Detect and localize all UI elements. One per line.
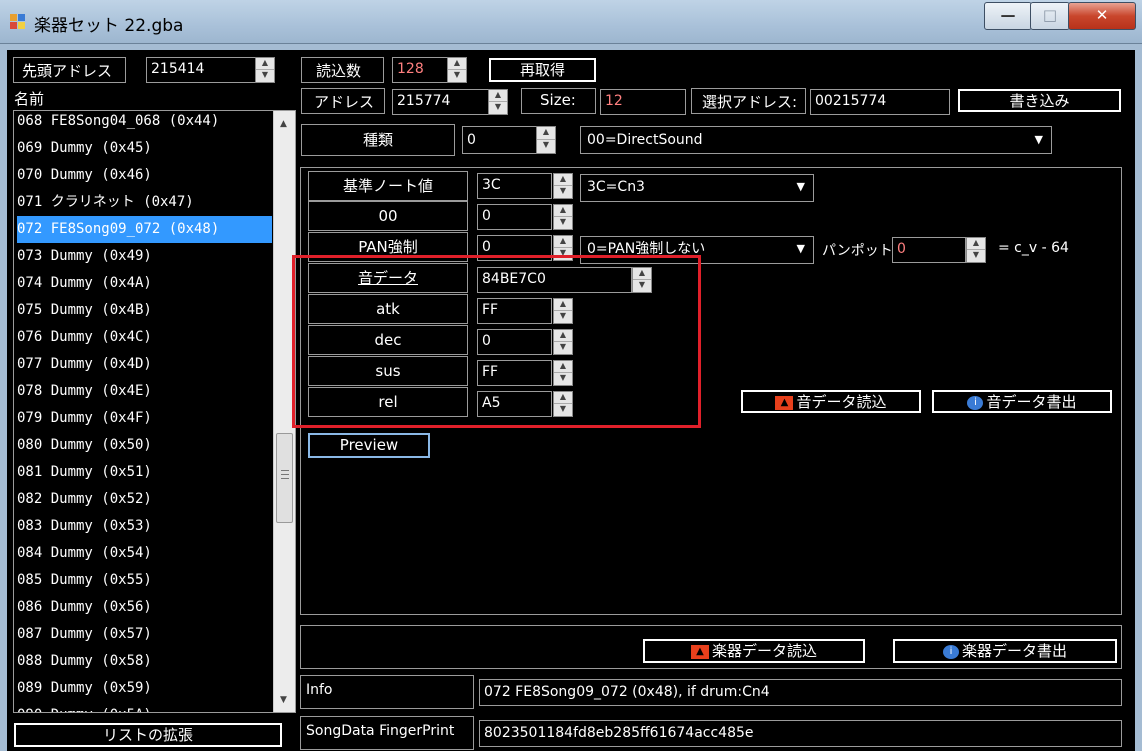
size-value: 12 xyxy=(600,89,686,115)
sound-import-button[interactable]: ▲ 音データ読込 xyxy=(741,390,921,413)
export-info-icon: i xyxy=(942,644,959,659)
instrument-list[interactable]: 068 FE8Song04_068 (0x44) 069 Dummy (0x45)… xyxy=(13,110,296,713)
minimize-icon: — xyxy=(1000,6,1016,24)
preview-button[interactable]: Preview xyxy=(308,433,430,458)
zero-field-input[interactable]: 0 xyxy=(477,204,552,230)
chevron-down-icon: ▼ xyxy=(796,242,805,255)
info-value: 072 FE8Song09_072 (0x48), if drum:Cn4 xyxy=(479,679,1122,706)
scroll-down-icon[interactable]: ▼ xyxy=(280,695,287,705)
list-item[interactable]: 069 Dummy (0x45) xyxy=(17,135,272,162)
address-input[interactable]: 215774 xyxy=(392,89,489,115)
info-label-box: Info xyxy=(300,675,474,709)
type-spinner[interactable]: ▲ ▼ xyxy=(536,126,556,154)
zero-field-spinner[interactable]: ▲ ▼ xyxy=(553,204,573,230)
list-item[interactable]: 068 FE8Song04_068 (0x44) xyxy=(17,111,272,135)
close-button[interactable]: ✕ xyxy=(1068,2,1136,30)
list-item[interactable]: 071 クラリネット (0x47) xyxy=(17,189,272,216)
list-item[interactable]: 070 Dummy (0x46) xyxy=(17,162,272,189)
fingerprint-label-box: SongData FingerPrint xyxy=(300,716,474,750)
reload-button[interactable]: 再取得 xyxy=(489,58,596,82)
fingerprint-value: 8023501184fd8eb285ff61674acc485e xyxy=(479,720,1122,747)
list-item[interactable]: 088 Dummy (0x58) xyxy=(17,648,272,675)
list-item[interactable]: 089 Dummy (0x59) xyxy=(17,675,272,702)
list-item[interactable]: 087 Dummy (0x57) xyxy=(17,621,272,648)
maximize-icon: □ xyxy=(1042,6,1058,24)
base-note-dropdown[interactable]: 3C=Cn3 ▼ xyxy=(580,174,814,202)
list-item[interactable]: 078 Dummy (0x4E) xyxy=(17,378,272,405)
start-address-label-box: 先頭アドレス xyxy=(13,57,126,83)
minimize-button[interactable]: — xyxy=(984,2,1032,30)
app-icon xyxy=(10,14,26,30)
title-bar: 楽器セット 22.gba — □ ✕ xyxy=(0,0,1142,44)
start-address-label: 先頭アドレス xyxy=(22,62,113,80)
list-item[interactable]: 073 Dummy (0x49) xyxy=(17,243,272,270)
list-item[interactable]: 081 Dummy (0x51) xyxy=(17,459,272,486)
list-item[interactable]: 079 Dummy (0x4F) xyxy=(17,405,272,432)
read-count-spinner[interactable]: ▲ ▼ xyxy=(447,57,467,83)
list-item[interactable]: 090 Dummy (0x5A) xyxy=(17,702,272,712)
list-item[interactable]: 075 Dummy (0x4B) xyxy=(17,297,272,324)
list-item[interactable]: 074 Dummy (0x4A) xyxy=(17,270,272,297)
panpot-spinner[interactable]: ▲ ▼ xyxy=(966,237,986,263)
write-button[interactable]: 書き込み xyxy=(958,89,1121,112)
info-label: Info xyxy=(306,682,333,698)
read-count-label-box: 読込数 xyxy=(301,57,384,83)
address-label-box: アドレス xyxy=(301,88,385,114)
type-label: 種類 xyxy=(301,124,455,156)
type-input[interactable]: 0 xyxy=(462,126,537,154)
list-item[interactable]: 085 Dummy (0x55) xyxy=(17,567,272,594)
instrument-export-button[interactable]: i 楽器データ書出 xyxy=(893,639,1117,663)
list-item[interactable]: 083 Dummy (0x53) xyxy=(17,513,272,540)
panpot-input[interactable]: 0 xyxy=(892,237,966,263)
close-icon: ✕ xyxy=(1095,6,1109,24)
fingerprint-label: SongData FingerPrint xyxy=(306,723,455,739)
panpot-label: パンポット xyxy=(822,243,893,259)
highlight-frame xyxy=(292,255,701,428)
read-count-label: 読込数 xyxy=(316,62,362,80)
address-label: アドレス xyxy=(314,93,375,111)
type-dropdown-value: 00=DirectSound xyxy=(587,132,703,148)
list-header: 名前 xyxy=(14,90,45,108)
selected-address-label-box: 選択アドレス: xyxy=(691,88,806,114)
list-item[interactable]: 084 Dummy (0x54) xyxy=(17,540,272,567)
list-item[interactable]: 082 Dummy (0x52) xyxy=(17,486,272,513)
base-note-dropdown-value: 3C=Cn3 xyxy=(587,179,645,195)
address-spinner[interactable]: ▲ ▼ xyxy=(488,89,508,115)
start-address-input[interactable]: 215414 xyxy=(146,57,256,83)
chevron-down-icon: ▼ xyxy=(796,180,805,193)
list-item[interactable]: 086 Dummy (0x56) xyxy=(17,594,272,621)
selected-address-value: 00215774 xyxy=(810,89,950,115)
list-item[interactable]: 077 Dummy (0x4D) xyxy=(17,351,272,378)
chevron-down-icon: ▼ xyxy=(1034,133,1043,146)
window-title: 楽器セット 22.gba xyxy=(34,16,184,36)
size-label-box: Size: xyxy=(521,88,596,114)
base-note-label: 基準ノート値 xyxy=(308,171,468,201)
list-item[interactable]: 072 FE8Song09_072 (0x48) xyxy=(17,216,272,243)
start-address-spinner[interactable]: ▲ ▼ xyxy=(255,57,275,83)
sound-export-button[interactable]: i 音データ書出 xyxy=(932,390,1112,413)
export-info-icon: i xyxy=(967,395,984,410)
base-note-spinner[interactable]: ▲ ▼ xyxy=(553,173,573,199)
import-arrow-icon: ▲ xyxy=(775,395,794,410)
import-arrow-icon: ▲ xyxy=(690,644,709,659)
scroll-thumb[interactable] xyxy=(276,433,293,523)
scroll-up-icon[interactable]: ▲ xyxy=(280,119,287,129)
instrument-import-button[interactable]: ▲ 楽器データ読込 xyxy=(643,639,865,663)
expand-list-button[interactable]: リストの拡張 xyxy=(14,723,282,747)
list-item[interactable]: 076 Dummy (0x4C) xyxy=(17,324,272,351)
zero-field-label: 00 xyxy=(308,201,468,231)
maximize-button[interactable]: □ xyxy=(1030,2,1070,30)
panpot-formula: = c_v - 64 xyxy=(998,240,1069,256)
type-dropdown[interactable]: 00=DirectSound ▼ xyxy=(580,126,1052,154)
base-note-input[interactable]: 3C xyxy=(477,173,552,199)
read-count-input[interactable]: 128 xyxy=(392,57,448,83)
size-label: Size: xyxy=(540,91,576,109)
list-item[interactable]: 080 Dummy (0x50) xyxy=(17,432,272,459)
selected-address-label: 選択アドレス: xyxy=(702,93,798,111)
